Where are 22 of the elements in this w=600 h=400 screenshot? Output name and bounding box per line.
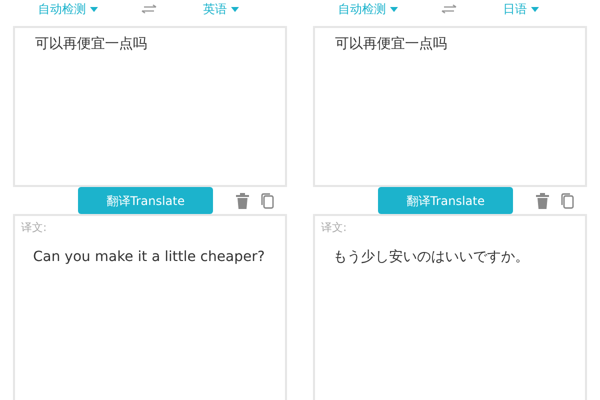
translate-button[interactable]: 翻译Translate xyxy=(78,187,213,214)
trash-icon[interactable] xyxy=(236,192,249,208)
translation-text: もう少し安いのはいいですか。 xyxy=(333,248,530,266)
source-language-dropdown[interactable]: 自动检测 xyxy=(338,0,428,18)
trash-icon[interactable] xyxy=(536,192,549,208)
caret-icon xyxy=(390,6,398,12)
source-language-dropdown[interactable]: 自动检测 xyxy=(38,0,128,18)
input-field[interactable]: 可以再便宜一点吗 xyxy=(13,26,287,187)
target-language-dropdown[interactable]: 英语 xyxy=(203,0,239,18)
caret-icon xyxy=(531,6,539,12)
copy-icon[interactable] xyxy=(561,192,574,208)
caret-icon xyxy=(90,6,98,12)
copy-icon[interactable] xyxy=(261,192,274,208)
result-label: 译文: xyxy=(321,220,348,236)
swap-icon[interactable] xyxy=(140,4,158,14)
translate-button[interactable]: 翻译Translate xyxy=(378,187,513,214)
target-language-dropdown[interactable]: 日语 xyxy=(503,0,539,18)
translation-text: Can you make it a little cheaper? xyxy=(33,248,266,266)
caret-icon xyxy=(231,6,239,12)
result-label: 译文: xyxy=(21,220,48,236)
swap-icon[interactable] xyxy=(440,4,458,14)
input-field[interactable]: 可以再便宜一点吗 xyxy=(313,26,587,187)
